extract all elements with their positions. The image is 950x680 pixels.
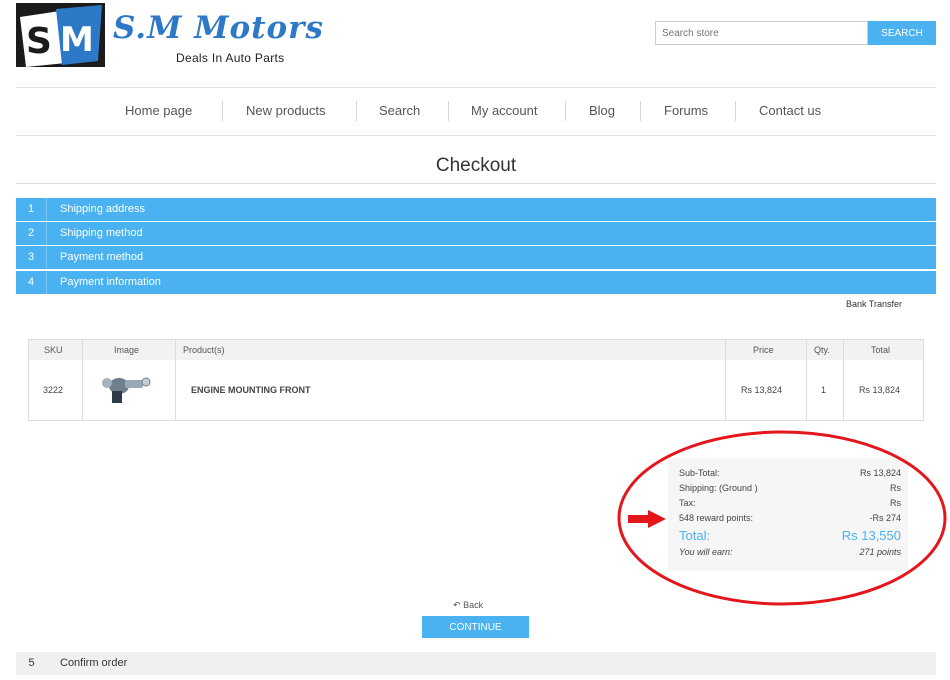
nav-divider (640, 101, 641, 121)
subtotal-value: Rs 13,824 (859, 468, 901, 478)
svg-text:S: S (26, 21, 52, 62)
column-divider (843, 340, 844, 420)
back-label: Back (463, 600, 484, 610)
step-payment-method[interactable]: 3 Payment method (16, 246, 936, 269)
header-image: Image (114, 345, 140, 355)
nav-divider (222, 101, 223, 121)
row-price: Rs 13,824 (741, 385, 783, 395)
nav-my-account[interactable]: My account (471, 88, 537, 135)
order-total-value: Rs 13,550 (841, 528, 901, 543)
product-image-icon[interactable] (95, 371, 153, 407)
nav-blog[interactable]: Blog (589, 88, 615, 135)
column-divider (82, 340, 83, 420)
back-arrow-icon: ↶ (453, 600, 461, 610)
order-totals: Sub-Total: Rs 13,824 Shipping: (Ground )… (668, 458, 908, 571)
reward-points-value: -Rs 274 (869, 513, 901, 523)
nav-contact-us[interactable]: Contact us (759, 88, 821, 135)
step-payment-information[interactable]: 4 Payment information (16, 271, 936, 294)
main-nav: Home page New products Search My account… (16, 87, 936, 136)
shipping-method-name: (Ground ) (719, 483, 758, 493)
step-number: 2 (16, 222, 47, 245)
step-label: Shipping method (60, 227, 143, 239)
step-label: Confirm order (60, 657, 128, 669)
nav-forums[interactable]: Forums (664, 88, 708, 135)
subtotal-label: Sub-Total: (679, 468, 720, 478)
search-input[interactable] (655, 21, 868, 45)
column-divider (725, 340, 726, 420)
logo-title: S.M Motors (113, 10, 324, 46)
nav-divider (735, 101, 736, 121)
step-number: 1 (16, 198, 47, 221)
column-divider (175, 340, 176, 420)
header-products: Product(s) (183, 345, 225, 355)
step-label: Shipping address (60, 203, 146, 215)
shipping-value: Rs (890, 483, 901, 493)
table-header-row: SKU Image Product(s) Price Qty. Total (29, 340, 923, 360)
shipping-label: Shipping: (Ground ) (679, 483, 758, 493)
payment-method-value: Bank Transfer (846, 299, 903, 309)
continue-button[interactable]: CONTINUE (422, 616, 529, 638)
row-total: Rs 13,824 (859, 385, 901, 395)
nav-divider (565, 101, 566, 121)
logo-tagline: Deals In Auto Parts (176, 51, 285, 65)
header-price: Price (753, 345, 774, 355)
header-qty: Qty. (814, 345, 830, 355)
search-button[interactable]: SEARCH (868, 21, 936, 45)
annotation-arrow-icon (628, 510, 666, 528)
tax-label: Tax: (679, 498, 696, 508)
back-link[interactable]: ↶ Back (453, 600, 483, 611)
title-divider (16, 183, 936, 184)
logo-icon[interactable]: S M (16, 3, 105, 67)
reward-points-label: 548 reward points: (679, 513, 754, 523)
step-number: 4 (16, 271, 47, 294)
step-number: 3 (16, 246, 47, 269)
row-qty: 1 (821, 385, 827, 395)
column-divider (806, 340, 807, 420)
step-confirm-order[interactable]: 5 Confirm order (16, 652, 936, 675)
svg-text:M: M (60, 20, 94, 60)
nav-search[interactable]: Search (379, 88, 420, 135)
page-title: Checkout (435, 155, 517, 176)
tax-value: Rs (890, 498, 901, 508)
nav-home-page[interactable]: Home page (125, 88, 192, 135)
row-sku: 3222 (43, 385, 64, 395)
header-total: Total (871, 345, 891, 355)
earn-points-label: You will earn: (679, 547, 733, 557)
header-sku: SKU (44, 345, 63, 355)
nav-divider (448, 101, 449, 121)
nav-divider (356, 101, 357, 121)
step-shipping-method[interactable]: 2 Shipping method (16, 222, 936, 245)
site-header: S M S.M Motors Deals In Auto Parts SEARC… (0, 0, 950, 88)
order-summary-table: SKU Image Product(s) Price Qty. Total 32… (28, 339, 924, 421)
step-shipping-address[interactable]: 1 Shipping address (16, 198, 936, 221)
step-number: 5 (28, 657, 35, 669)
earn-points-value: 271 points (859, 547, 901, 557)
row-product-name[interactable]: ENGINE MOUNTING FRONT (191, 360, 311, 420)
shipping-label-text: Shipping: (679, 483, 717, 493)
step-label: Payment information (60, 276, 161, 288)
step-label: Payment method (60, 251, 144, 263)
order-total-label: Total: (679, 528, 711, 543)
nav-new-products[interactable]: New products (246, 88, 325, 135)
